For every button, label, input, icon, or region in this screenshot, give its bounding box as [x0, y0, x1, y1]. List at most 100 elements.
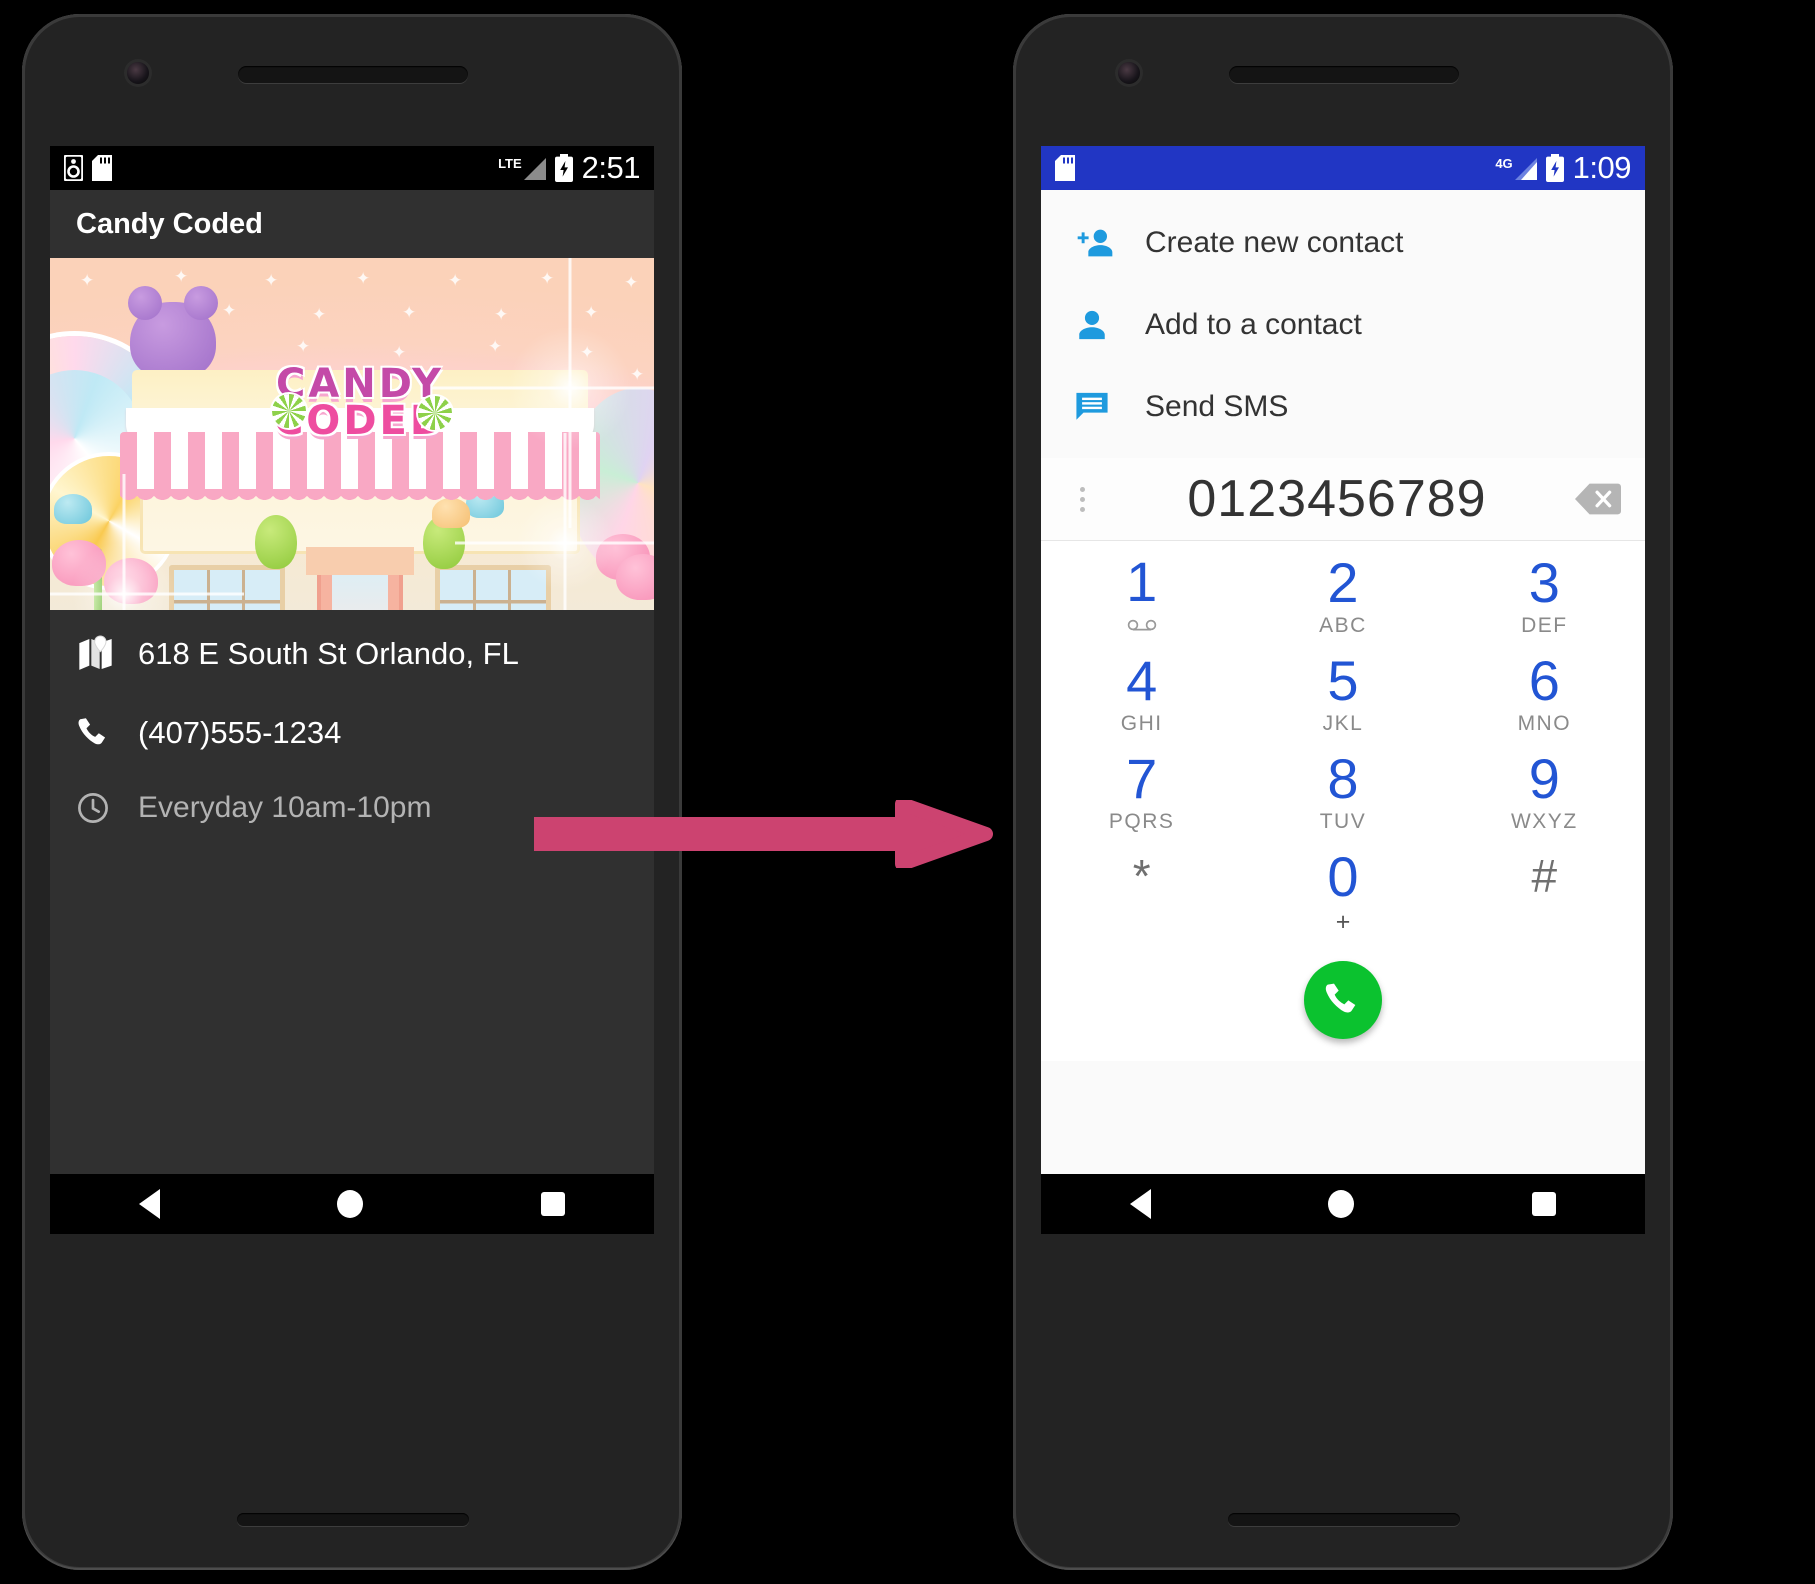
- dialpad-key-0[interactable]: 0 +: [1242, 841, 1443, 939]
- home-circle-icon[interactable]: [337, 1190, 364, 1218]
- network-indicator: 4G: [1495, 155, 1537, 180]
- menu-item-create-new-contact[interactable]: Create new contact: [1041, 202, 1645, 284]
- candy-store-building: CANDY CODED: [120, 364, 600, 610]
- navigation-bar-left: [50, 1174, 654, 1234]
- bottom-speaker: [237, 1513, 469, 1526]
- dialpad-key-9[interactable]: 9 WXYZ: [1444, 743, 1645, 841]
- address-text: 618 E South St Orlando, FL: [138, 636, 519, 671]
- store-window-left: [169, 565, 285, 610]
- dialpad-key-digit: 1: [1126, 550, 1158, 614]
- dialpad-key-8[interactable]: 8 TUV: [1242, 743, 1443, 841]
- recents-square-icon[interactable]: [541, 1192, 566, 1216]
- status-bar-time: 2:51: [581, 150, 641, 185]
- status-bar-left-icons: [64, 155, 112, 181]
- candy-strawberry: [616, 554, 654, 600]
- person-icon: [1075, 308, 1145, 342]
- dialpad: 1 2 ABC 3 DEF 4 GHI 5 JKL 6 MNO 7 PQRS 8…: [1041, 541, 1645, 939]
- network-type-label: 4G: [1495, 155, 1513, 171]
- store-sign-text: CANDY CODED: [140, 364, 580, 444]
- dialpad-key-letters: WXYZ: [1510, 809, 1578, 833]
- menu-item-add-to-a-contact[interactable]: Add to a contact: [1041, 284, 1645, 366]
- speaker-icon: [64, 155, 83, 181]
- page-title: Candy Coded: [76, 207, 263, 240]
- backspace-icon[interactable]: [1575, 482, 1621, 516]
- status-bar-right: 4G 1:09: [1041, 146, 1645, 190]
- flow-arrow: [534, 800, 993, 868]
- dialpad-key-digit: 5: [1327, 649, 1359, 713]
- dialpad-key-3[interactable]: 3 DEF: [1444, 547, 1645, 645]
- candy-coded-app: Candy Coded ✦✦ ✦✦ ✦✦ ✦✦ ✦✦ ✦✦ ✦✦ ✦✦ ✦✦ ✦…: [50, 190, 654, 1234]
- clock-icon: [76, 791, 138, 825]
- sms-icon: [1075, 391, 1145, 423]
- dialpad-key-star[interactable]: *: [1041, 841, 1242, 939]
- dialpad-row: 4 GHI 5 JKL 6 MNO: [1041, 645, 1645, 743]
- door-glass: [332, 569, 388, 610]
- voicemail-icon: [1126, 615, 1158, 637]
- dialpad-key-letters: DEF: [1521, 613, 1568, 637]
- person-add-icon: [1075, 226, 1145, 260]
- dialpad-row: 1 2 ABC 3 DEF: [1041, 547, 1645, 645]
- dialpad-key-6[interactable]: 6 MNO: [1444, 645, 1645, 743]
- dialpad-key-1[interactable]: 1: [1041, 547, 1242, 645]
- pinwheel-candy-left: [272, 394, 306, 428]
- dialpad-key-7[interactable]: 7 PQRS: [1041, 743, 1242, 841]
- store-window-right: [435, 565, 551, 610]
- kebab-menu-icon[interactable]: [1065, 486, 1099, 512]
- front-camera-icon: [1118, 62, 1140, 84]
- dialpad-key-digit: 3: [1528, 551, 1560, 615]
- dialpad-key-4[interactable]: 4 GHI: [1041, 645, 1242, 743]
- dialpad-key-letters: MNO: [1517, 711, 1572, 735]
- signal-bars-icon: [1514, 157, 1537, 180]
- call-icon: [1325, 983, 1356, 1013]
- status-bar-right-icons: [1055, 155, 1075, 181]
- battery-charging-icon: [554, 154, 573, 182]
- dialpad-key-letters: ABC: [1319, 613, 1367, 637]
- menu-item-label: Add to a contact: [1145, 308, 1362, 341]
- phone-row[interactable]: (407)555-1234: [50, 694, 654, 772]
- menu-item-label: Send SMS: [1145, 390, 1289, 423]
- store-walkway: [306, 547, 414, 575]
- home-circle-icon[interactable]: [1328, 1190, 1355, 1218]
- recents-square-icon[interactable]: [1532, 1192, 1557, 1216]
- dialer-app: Create new contact Add to a contact Send…: [1041, 190, 1645, 1234]
- status-bar-left: LTE 2:51: [50, 146, 654, 190]
- call-button-bar: [1041, 939, 1645, 1061]
- earpiece-speaker: [238, 66, 468, 83]
- storefront-banner-image: ✦✦ ✦✦ ✦✦ ✦✦ ✦✦ ✦✦ ✦✦ ✦✦ ✦✦ ✦✦: [50, 258, 654, 610]
- back-triangle-icon[interactable]: [138, 1189, 160, 1219]
- bottom-speaker: [1228, 1513, 1460, 1526]
- call-button[interactable]: [1304, 961, 1382, 1039]
- dialpad-key-digit: 6: [1528, 649, 1560, 713]
- right-phone-screen: 4G 1:09 Create new contact Add to a cont…: [1041, 146, 1645, 1234]
- dialpad-key-2[interactable]: 2 ABC: [1242, 547, 1443, 645]
- app-bar: Candy Coded: [50, 190, 654, 258]
- dialpad-key-hash[interactable]: #: [1444, 841, 1645, 939]
- dialpad-row: * 0 + #: [1041, 841, 1645, 939]
- sd-card-icon: [1055, 155, 1075, 181]
- sign-line-2: CODED: [273, 397, 447, 444]
- sd-card-icon: [92, 155, 112, 181]
- battery-charging-icon: [1545, 154, 1564, 182]
- network-indicator: LTE: [498, 157, 546, 180]
- menu-item-send-sms[interactable]: Send SMS: [1041, 366, 1645, 448]
- navigation-bar-right: [1041, 1174, 1645, 1234]
- front-camera-icon: [127, 62, 149, 84]
- dialpad-key-digit: 0: [1327, 845, 1359, 909]
- address-row[interactable]: 618 E South St Orlando, FL: [50, 614, 654, 694]
- dialpad-key-digit: 8: [1327, 747, 1359, 811]
- menu-item-label: Create new contact: [1145, 226, 1404, 259]
- back-triangle-icon[interactable]: [1129, 1189, 1151, 1219]
- store-bush-left: [255, 515, 297, 569]
- signal-bars-icon: [523, 157, 546, 180]
- dialpad-key-digit: 9: [1528, 747, 1560, 811]
- dialpad-key-letters: JKL: [1322, 711, 1364, 735]
- phone-icon: [76, 715, 138, 751]
- left-phone-screen: LTE 2:51 Candy Coded ✦ ✦ ✦ ✦ ✦ ✦ ✦ ✦ ✦ ✦ ✦ ✦ ✦…: [50, 146, 654, 1234]
- dialpad-key-digit: *: [1132, 850, 1151, 903]
- dialpad-key-digit: 4: [1126, 649, 1158, 713]
- phone-number-text: (407)555-1234: [138, 715, 342, 750]
- dialed-number-field[interactable]: 0123456789: [1041, 458, 1645, 541]
- contact-actions-menu: Create new contact Add to a contact Send…: [1041, 190, 1645, 458]
- dialpad-key-5[interactable]: 5 JKL: [1242, 645, 1443, 743]
- dialpad-key-letters: GHI: [1120, 711, 1163, 735]
